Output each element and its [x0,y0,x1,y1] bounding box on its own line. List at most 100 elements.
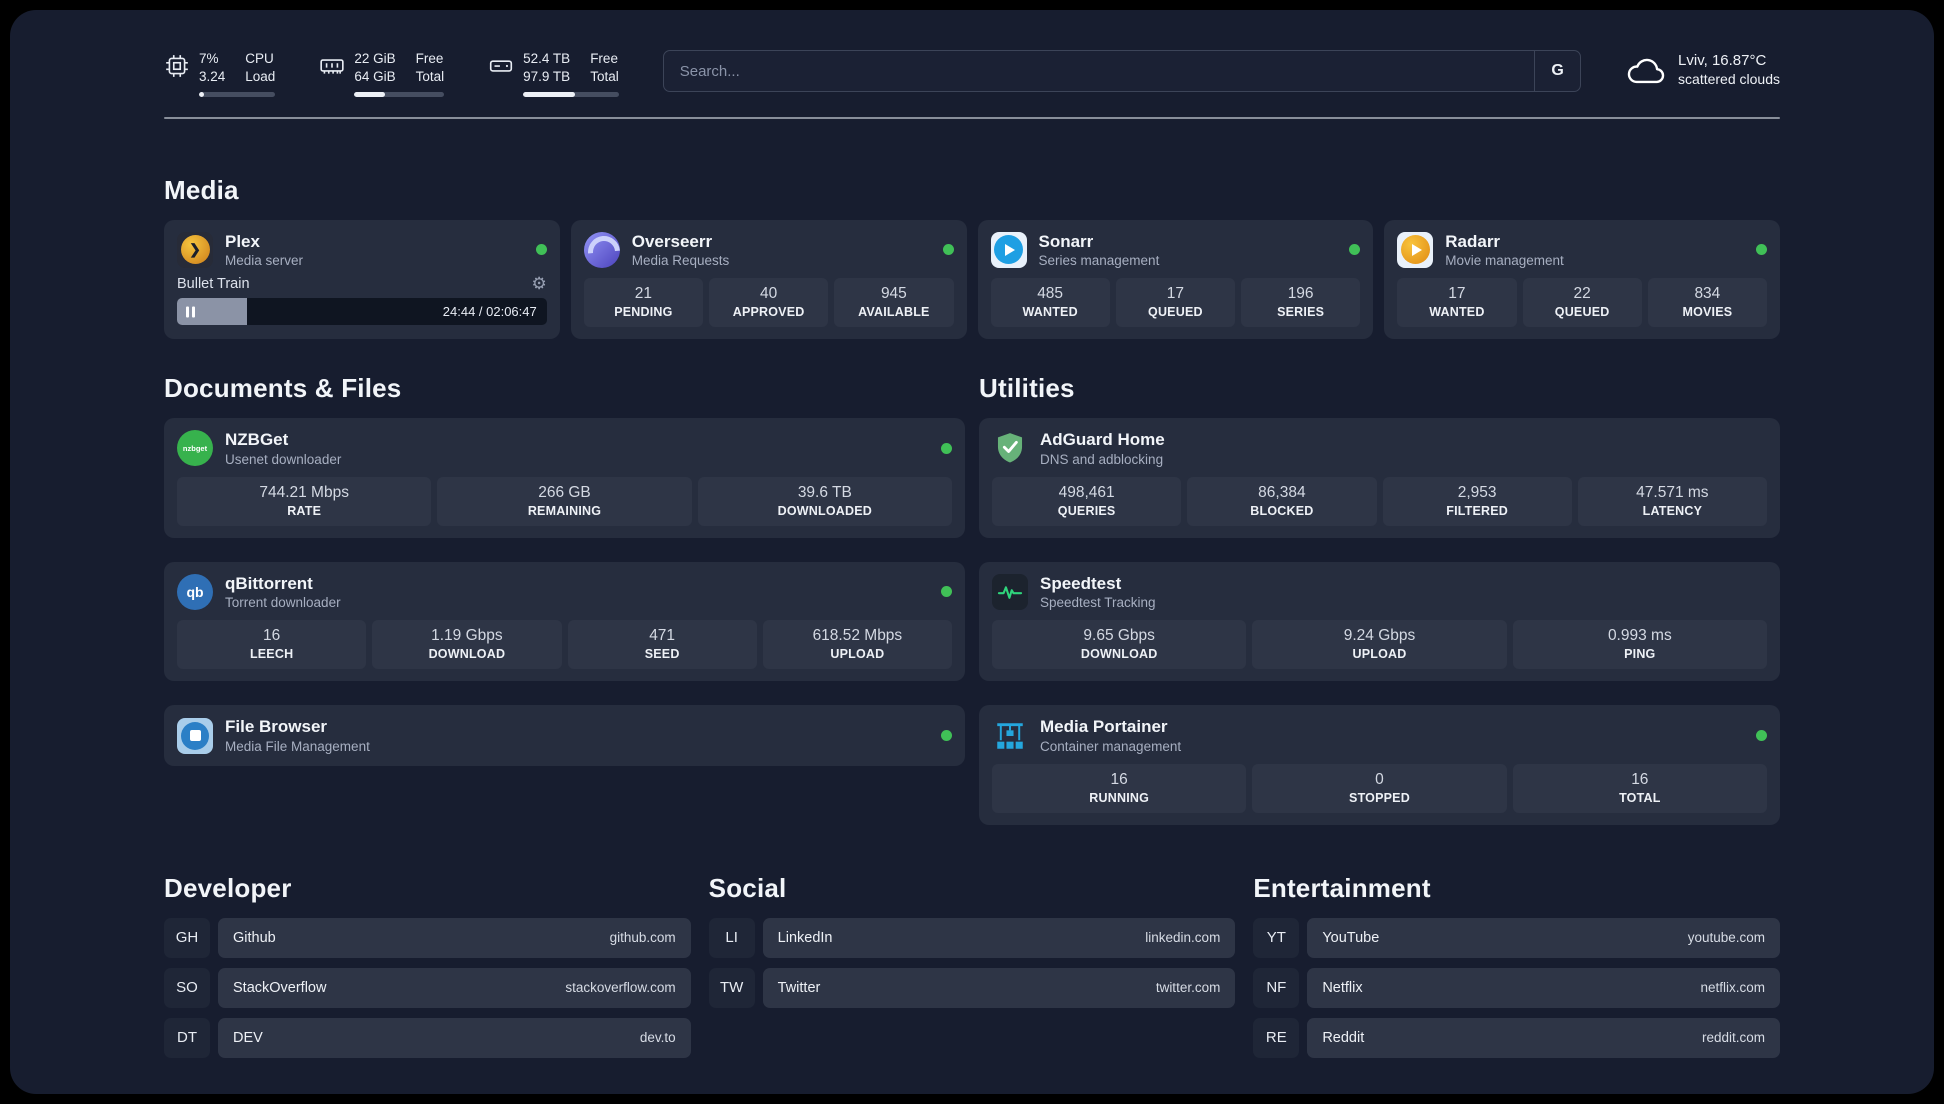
stat-value: 196 [1287,285,1314,303]
stat-value: 21 [634,285,652,303]
portainer-crane-icon [992,718,1028,754]
player-progress-bar[interactable]: 24:44 / 02:06:47 [177,298,547,326]
stat-label: BLOCKED [1250,503,1314,518]
memory-total-value: 64 GiB [354,68,396,84]
stat-value: 16 [1110,770,1128,788]
section-title-developer: Developer [164,872,292,903]
memory-label-1: Free [415,51,444,66]
bookmark-abbr: GH [164,917,210,958]
stat-value: 86,384 [1258,483,1306,501]
stat-value: 47.571 ms [1636,483,1709,501]
app-card-sonarr[interactable]: Sonarr Series management 485 WANTED 17 Q… [977,219,1374,340]
stat-tile: 0 STOPPED [1252,763,1507,813]
disk-total-value: 97.9 TB [523,68,571,84]
app-name: Media Portainer [1040,717,1168,737]
app-name: Overseerr [631,231,713,251]
overseerr-icon [583,231,620,268]
bookmark-abbr: NF [1253,967,1300,1008]
search-engine-button[interactable]: G [1534,51,1580,91]
stat-label: REMAINING [527,503,602,518]
stat-label: AVAILABLE [858,305,930,320]
app-card-nzbget[interactable]: nzbget NZBGet Usenet downloader 744.21 M… [164,418,965,538]
stat-tile: 498,461 QUERIES [992,476,1182,526]
weather-location: Lviv, 16.87°C [1678,52,1767,69]
pause-icon[interactable] [186,306,195,318]
gear-icon[interactable]: ⚙ [532,275,547,292]
bookmark-link[interactable]: Reddit reddit.com [1307,1017,1780,1058]
app-card-qbittorrent[interactable]: qb qBittorrent Torrent downloader 16 LEE… [164,561,965,682]
app-subtitle: Usenet downloader [225,451,342,467]
app-card-speedtest[interactable]: Speedtest Speedtest Tracking 9.65 Gbps D… [979,561,1780,682]
app-card-radarr[interactable]: Radarr Movie management 17 WANTED 22 QUE… [1384,219,1780,340]
app-name: File Browser [225,717,328,737]
stat-value: 2,953 [1457,483,1497,501]
documents-column: Documents & Files nzbget NZBGet Usenet d… [164,373,965,825]
stat-tile: 834 MOVIES [1647,278,1767,328]
bookmark-link[interactable]: DEV dev.to [218,1017,691,1058]
app-card-portainer[interactable]: Media Portainer Container management 16 … [979,705,1780,825]
app-name: Sonarr [1038,231,1094,251]
bookmark-link[interactable]: Netflix netflix.com [1307,967,1780,1008]
app-subtitle: Media server [225,253,304,269]
app-card-adguard[interactable]: AdGuard Home DNS and adblocking 498,461 … [979,418,1780,538]
bookmark-reddit: RE Reddit reddit.com [1253,1017,1780,1058]
bookmark-dev: DT DEV dev.to [164,1017,691,1058]
stat-value: 22 [1573,285,1591,303]
app-card-overseerr[interactable]: Overseerr Media Requests 21 PENDING 40 A… [570,219,967,340]
search-input[interactable] [663,51,1535,91]
cpu-progress-bar [199,91,276,97]
memory-icon [320,59,344,74]
bookmark-link[interactable]: YouTube youtube.com [1307,917,1780,958]
stat-label: APPROVED [732,305,805,320]
disk-progress-bar [523,91,619,97]
app-name: Radarr [1445,231,1501,251]
app-subtitle: Media Requests [631,253,730,269]
app-card-plex[interactable]: Plex Media server Bullet Train ⚙ 24:44 /… [164,219,560,340]
stat-label: RATE [287,503,322,518]
stat-label: QUERIES [1057,503,1116,518]
disk-free-value: 52.4 TB [523,51,571,66]
stat-tile: 945 AVAILABLE [834,278,954,328]
stat-label: MOVIES [1682,305,1733,320]
bookmark-link[interactable]: Github github.com [218,917,691,958]
bookmark-link[interactable]: StackOverflow stackoverflow.com [218,967,691,1008]
stat-value: 744.21 Mbps [259,483,349,501]
stat-value: 16 [1631,770,1649,788]
bookmark-link[interactable]: Twitter twitter.com [762,967,1236,1008]
topbar-divider [164,116,1780,119]
entertainment-column: Entertainment YT YouTube youtube.com NF … [1253,873,1780,1058]
cpu-label-1: CPU [245,51,274,66]
stat-tile: 22 QUEUED [1522,278,1642,328]
stat-label: SEED [644,647,680,662]
app-subtitle: Media File Management [225,738,370,754]
speedtest-graph-icon [992,573,1028,610]
section-title-entertainment: Entertainment [1253,872,1431,903]
stat-value: 0.993 ms [1607,627,1672,645]
status-dot [1756,730,1767,742]
media-grid: Plex Media server Bullet Train ⚙ 24:44 /… [164,219,1780,340]
stat-tile: 266 GB REMAINING [437,476,692,526]
status-dot [941,730,952,742]
app-subtitle: Series management [1038,253,1160,269]
stat-label: WANTED [1429,305,1485,320]
stat-value: 9.65 Gbps [1083,627,1155,645]
app-name: Speedtest [1040,573,1122,593]
app-subtitle: Torrent downloader [225,595,341,611]
stat-label: UPLOAD [1352,647,1407,662]
stat-label: LATENCY [1642,503,1703,518]
stat-tile: 618.52 Mbps UPLOAD [762,620,952,670]
stat-label: QUEUED [1148,305,1203,320]
stat-tile: 39.6 TB DOWNLOADED [697,476,952,526]
app-name: Plex [225,231,260,251]
app-card-filebrowser[interactable]: File Browser Media File Management [164,705,965,766]
stat-tile: 16 LEECH [177,620,367,670]
stat-tile: 86,384 BLOCKED [1187,476,1377,526]
disk-label-1: Free [590,51,618,66]
stat-label: SERIES [1277,305,1325,320]
cpu-usage-value: 7% [199,51,219,66]
bookmark-abbr: SO [164,967,210,1008]
stat-value: 0 [1375,770,1384,788]
stat-tile: 9.65 Gbps DOWNLOAD [992,620,1247,670]
bookmark-link[interactable]: LinkedIn linkedin.com [762,917,1236,958]
bookmark-abbr: YT [1253,917,1300,958]
